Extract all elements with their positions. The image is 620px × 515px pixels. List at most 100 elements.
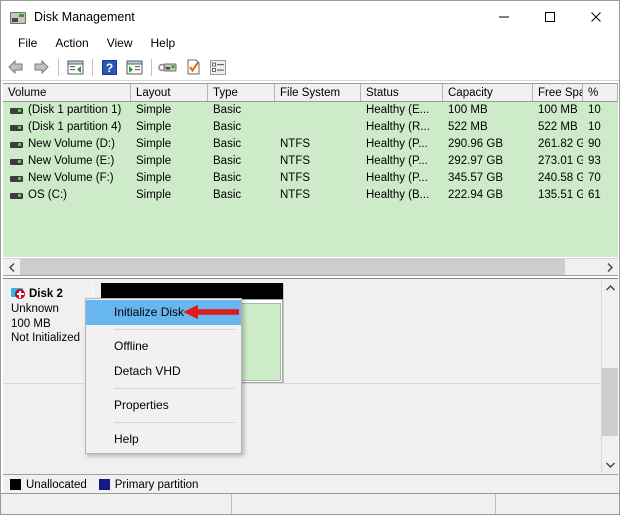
legend-swatch-unallocated	[10, 479, 21, 490]
status-bar	[1, 493, 619, 514]
context-menu-separator	[114, 388, 235, 389]
legend-label-primary-partition: Primary partition	[114, 478, 199, 491]
scroll-down-arrow-icon[interactable]	[602, 456, 618, 473]
column-header-percent[interactable]: %	[583, 84, 618, 101]
cell-percent: 61	[588, 189, 601, 201]
cell-volume-label: (Disk 1 partition 4)	[28, 121, 122, 133]
table-row[interactable]: New Volume (F:) Simple Basic NTFS Health…	[3, 170, 618, 187]
cell-capacity: 100 MB	[448, 104, 488, 116]
table-row[interactable]: (Disk 1 partition 4) Simple Basic Health…	[3, 119, 618, 136]
menu-help[interactable]: Help	[142, 34, 185, 52]
menu-action[interactable]: Action	[46, 34, 97, 52]
volume-drive-icon	[10, 175, 23, 183]
forward-arrow-icon[interactable]	[29, 56, 53, 78]
scroll-left-arrow-icon[interactable]	[3, 259, 20, 275]
cell-layout: Simple	[136, 138, 172, 150]
cell-capacity: 345.57 GB	[448, 172, 503, 184]
toolbar: ?	[1, 54, 619, 81]
show-action-pane-icon[interactable]	[122, 56, 146, 78]
disk-title: Disk 2	[11, 287, 92, 300]
vertical-scroll-thumb[interactable]	[602, 368, 618, 436]
disk-management-window: Disk Management File Action View Help ? …	[0, 0, 620, 515]
disk-drive-icon	[10, 9, 26, 25]
context-menu-item-detach-vhd[interactable]: Detach VHD	[86, 359, 241, 384]
cell-type: Basic	[213, 189, 242, 201]
cell-volume-label: New Volume (E:)	[28, 155, 115, 167]
column-header-file-system[interactable]: File System	[275, 84, 361, 101]
volume-drive-icon	[10, 107, 23, 115]
cell-percent: 93	[588, 155, 601, 167]
column-header-status[interactable]: Status	[361, 84, 443, 101]
disk-info-block[interactable]: Disk 2 Unknown 100 MB Not Initialized	[5, 283, 93, 381]
disk-type-label: Unknown	[11, 303, 59, 315]
cell-volume: New Volume (E:)	[3, 153, 131, 170]
column-header-layout[interactable]: Layout	[131, 84, 208, 101]
close-button[interactable]	[573, 1, 619, 32]
cell-status: Healthy (B...	[366, 189, 430, 201]
cell-volume: (Disk 1 partition 4)	[3, 119, 131, 136]
back-arrow-icon[interactable]	[4, 56, 28, 78]
volume-list-header: Volume Layout Type File System Status Ca…	[3, 83, 618, 102]
disk-error-icon	[11, 287, 26, 300]
context-menu-item-offline[interactable]: Offline	[86, 334, 241, 359]
cell-status: Healthy (R...	[366, 121, 430, 133]
window-title: Disk Management	[34, 9, 135, 24]
cell-volume: New Volume (D:)	[3, 136, 131, 153]
column-header-type[interactable]: Type	[208, 84, 275, 101]
show-hide-console-tree-icon[interactable]	[63, 56, 87, 78]
svg-text:?: ?	[105, 61, 112, 75]
horizontal-scroll-track[interactable]	[20, 259, 601, 275]
disk-state-label: Not Initialized	[11, 332, 81, 344]
volume-list-panel: Volume Layout Type File System Status Ca…	[3, 83, 618, 276]
cell-free-space: 240.58 GB	[538, 172, 583, 184]
cell-type: Basic	[213, 155, 242, 167]
table-row[interactable]: OS (C:) Simple Basic NTFS Healthy (B... …	[3, 187, 618, 204]
disk-size-label: 100 MB	[11, 317, 51, 330]
table-row[interactable]: New Volume (D:) Simple Basic NTFS Health…	[3, 136, 618, 153]
status-bar-cell-1	[1, 494, 232, 514]
cell-percent: 10	[588, 121, 601, 133]
cell-layout: Simple	[136, 172, 172, 184]
properties-icon[interactable]	[181, 56, 205, 78]
column-header-capacity[interactable]: Capacity	[443, 84, 533, 101]
status-bar-cell-3	[496, 494, 619, 514]
cell-layout: Simple	[136, 104, 172, 116]
column-header-free-space[interactable]: Free Spa...	[533, 84, 583, 101]
cell-volume: (Disk 1 partition 1)	[3, 102, 131, 119]
red-pointer-arrow	[183, 304, 239, 320]
status-bar-cell-2	[232, 494, 496, 514]
toolbar-separator	[151, 58, 152, 76]
cell-file-system: NTFS	[280, 189, 311, 201]
disk-panel-vertical-scrollbar[interactable]	[601, 279, 618, 473]
table-row[interactable]: (Disk 1 partition 1) Simple Basic Health…	[3, 102, 618, 119]
cell-percent: 90	[588, 138, 601, 150]
context-menu-item-properties[interactable]: Properties	[86, 393, 241, 418]
menu-view[interactable]: View	[98, 34, 142, 52]
table-row[interactable]: New Volume (E:) Simple Basic NTFS Health…	[3, 153, 618, 170]
disk-context-menu: Initialize Disk Offline Detach VHD Prope…	[85, 298, 242, 454]
list-view-icon[interactable]	[206, 56, 230, 78]
context-menu-item-help[interactable]: Help	[86, 427, 241, 452]
cell-layout: Simple	[136, 121, 172, 133]
menu-bar: File Action View Help	[1, 32, 619, 54]
scroll-up-arrow-icon[interactable]	[602, 279, 618, 296]
legend-label-unallocated: Unallocated	[26, 478, 87, 491]
column-header-volume[interactable]: Volume	[3, 84, 131, 101]
context-menu-separator	[114, 422, 235, 423]
rescan-disks-icon[interactable]	[156, 56, 180, 78]
cell-volume-label: New Volume (D:)	[28, 138, 115, 150]
scroll-right-arrow-icon[interactable]	[601, 259, 618, 275]
maximize-button[interactable]	[527, 1, 573, 32]
cell-free-space: 522 MB	[538, 121, 578, 133]
volume-list-horizontal-scrollbar[interactable]	[3, 258, 618, 275]
vertical-scroll-track[interactable]	[602, 296, 618, 456]
horizontal-scroll-thumb[interactable]	[20, 259, 565, 275]
cell-capacity: 290.96 GB	[448, 138, 503, 150]
minimize-button[interactable]	[481, 1, 527, 32]
help-icon[interactable]: ?	[97, 56, 121, 78]
partition-unallocated-bar[interactable]	[101, 283, 283, 299]
cell-type: Basic	[213, 138, 242, 150]
legend-swatch-primary-partition	[98, 479, 110, 490]
cell-type: Basic	[213, 104, 242, 116]
menu-file[interactable]: File	[9, 34, 46, 52]
